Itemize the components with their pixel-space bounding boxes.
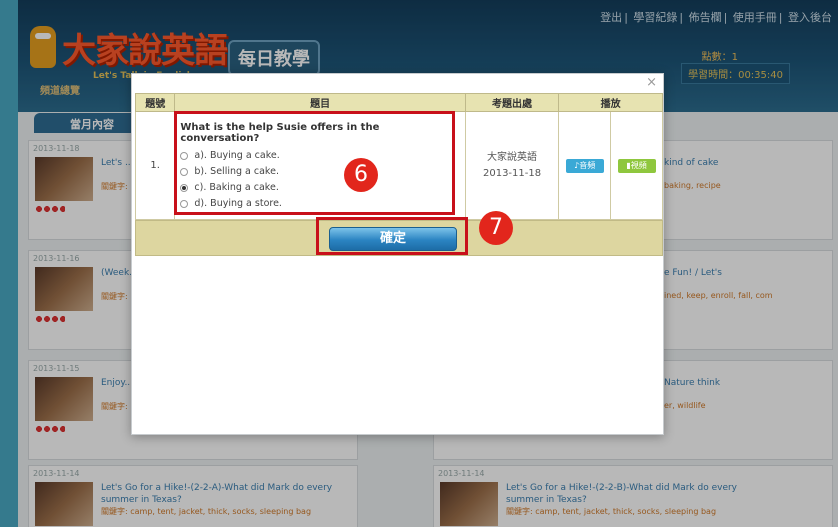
- column-header: 題號: [134, 93, 176, 112]
- audio-label: 音頻: [579, 161, 596, 170]
- video-label: 視頻: [630, 161, 647, 170]
- audio-play-button[interactable]: ♪ 音頻: [565, 158, 604, 173]
- source-cell: 大家說英語 2013-11-18: [464, 111, 560, 220]
- video-cell: ▮ 視頻: [610, 111, 663, 220]
- close-icon[interactable]: ×: [646, 76, 657, 89]
- audio-cell: ♪ 音頻: [558, 111, 612, 220]
- source-name: 大家說英語: [487, 151, 538, 163]
- column-header: 題目: [174, 93, 466, 112]
- column-header: 考題出處: [464, 93, 560, 112]
- video-play-button[interactable]: ▮ 視頻: [617, 158, 656, 173]
- column-header: 播放: [558, 93, 663, 112]
- highlight-box-question: [174, 111, 455, 215]
- question-number: 1.: [134, 111, 176, 220]
- step-badge: 6: [344, 158, 378, 192]
- highlight-box-confirm: [316, 217, 468, 255]
- source-date: 2013-11-18: [482, 167, 542, 179]
- step-badge: 7: [479, 211, 513, 245]
